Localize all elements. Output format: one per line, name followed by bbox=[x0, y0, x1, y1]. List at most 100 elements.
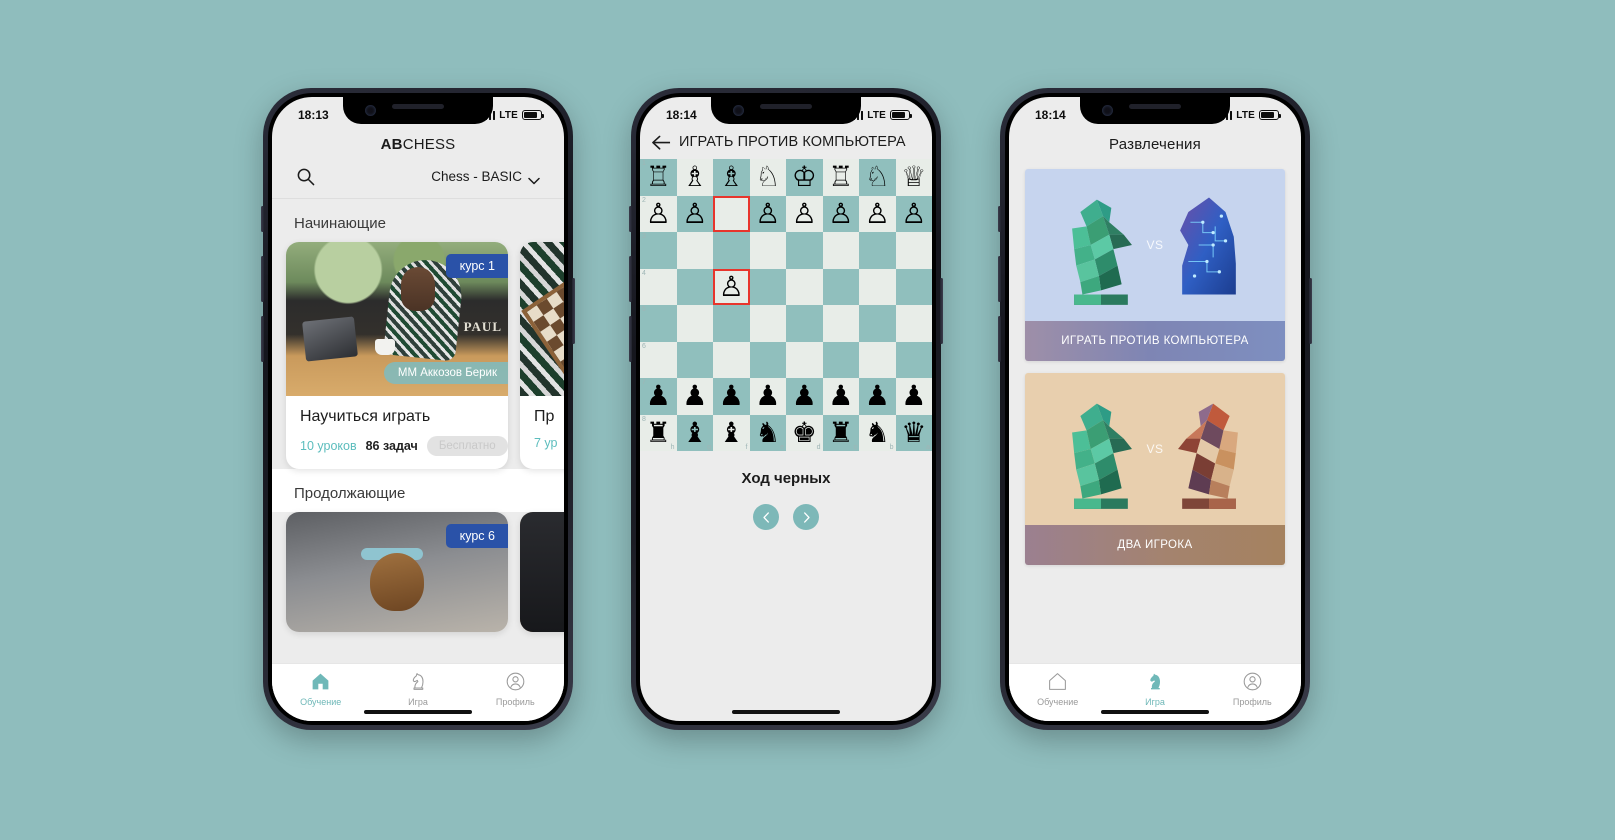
board-square[interactable]: 6 bbox=[640, 341, 677, 378]
board-square[interactable] bbox=[859, 305, 896, 342]
chess-piece: ♙ bbox=[791, 197, 817, 229]
board-square[interactable]: ♙ bbox=[713, 268, 750, 305]
next-move-button[interactable] bbox=[793, 504, 819, 530]
brown-knight-icon bbox=[1178, 403, 1238, 509]
board-square[interactable]: ♘ bbox=[859, 159, 896, 196]
board-square[interactable]: ♙ bbox=[749, 195, 786, 232]
chess-piece: ♙ bbox=[718, 270, 744, 302]
board-square[interactable]: ♟ bbox=[786, 378, 823, 415]
board-square[interactable]: ♖ bbox=[822, 159, 859, 196]
board-square[interactable] bbox=[713, 305, 750, 342]
chess-board[interactable]: ♖ 1 ♗ ♗ ♘ ♔ ♖ ♘ ♕ ♙ 2 ♙ ♙ ♙ ♙ ♙ ♙ 3 4 ♙ 5 6 ♟ 7 ♟ ♟ ♟ ♟ ♟ ♟ ♟ ♜ 8 h ♝ g ♝ f ♞ e… bbox=[640, 159, 932, 451]
board-square[interactable]: ♘ bbox=[749, 159, 786, 196]
board-square[interactable]: 3 bbox=[640, 232, 677, 269]
board-square[interactable] bbox=[713, 341, 750, 378]
board-square[interactable]: ♙ bbox=[822, 195, 859, 232]
sidebar-item-learning[interactable]: Обучение bbox=[1019, 671, 1097, 707]
board-square[interactable]: ♟ 7 bbox=[640, 378, 677, 415]
mode-card-two-players[interactable]: VS ДВА ИГРОКА bbox=[1025, 373, 1285, 565]
board-square[interactable] bbox=[822, 305, 859, 342]
board-square[interactable]: ♗ bbox=[713, 159, 750, 196]
board-square[interactable]: ♙ 2 bbox=[640, 195, 677, 232]
board-square[interactable]: ♜ 8 h bbox=[640, 414, 677, 451]
board-square[interactable]: 5 bbox=[640, 305, 677, 342]
board-square[interactable] bbox=[749, 341, 786, 378]
board-square[interactable] bbox=[822, 268, 859, 305]
board-square[interactable] bbox=[676, 232, 713, 269]
sidebar-item-profile[interactable]: Профиль bbox=[476, 671, 554, 707]
tab-label: Обучение bbox=[1037, 697, 1079, 707]
board-square[interactable] bbox=[822, 341, 860, 379]
board-square[interactable] bbox=[676, 341, 713, 378]
board-square[interactable] bbox=[713, 232, 750, 269]
sidebar-item-game[interactable]: Игра bbox=[379, 671, 457, 707]
board-square[interactable] bbox=[676, 268, 713, 305]
board-square[interactable]: ♙ bbox=[676, 195, 713, 232]
board-square[interactable]: ♟ bbox=[822, 378, 859, 415]
board-square[interactable]: ♜ c bbox=[822, 414, 859, 451]
board-square[interactable]: ♛ a bbox=[895, 414, 932, 451]
board-square[interactable]: ♟ bbox=[713, 378, 750, 415]
course-carousel-beginners[interactable]: PAUL курс 1 ММ Аккозов Берик Научиться и… bbox=[272, 242, 564, 469]
mode-artwork: VS bbox=[1025, 169, 1285, 321]
board-square[interactable] bbox=[895, 232, 932, 269]
phone-entertainment: 18:14 LTE Развлечения VS ИГРАТЬ ПРОТИВ К… bbox=[998, 88, 1312, 730]
board-square[interactable] bbox=[786, 232, 823, 269]
move-navigation bbox=[640, 487, 932, 530]
board-square[interactable]: ♔ bbox=[786, 159, 823, 196]
board-square[interactable] bbox=[749, 305, 786, 342]
board-square[interactable] bbox=[786, 305, 823, 342]
board-square[interactable] bbox=[713, 195, 750, 232]
board-square[interactable]: ♚ d bbox=[786, 414, 823, 451]
chess-piece bbox=[823, 342, 860, 379]
course-card[interactable]: PAUL курс 1 ММ Аккозов Берик Научиться и… bbox=[286, 242, 508, 469]
board-square[interactable] bbox=[786, 268, 823, 305]
sidebar-item-game[interactable]: Игра bbox=[1116, 671, 1194, 707]
prev-move-button[interactable] bbox=[753, 504, 779, 530]
board-square[interactable] bbox=[749, 268, 787, 306]
board-square[interactable]: ♝ g bbox=[676, 414, 713, 451]
chess-piece: ♘ bbox=[755, 161, 781, 193]
chess-piece bbox=[750, 269, 787, 306]
course-card[interactable]: Пр 7 ур bbox=[520, 242, 564, 469]
board-square[interactable]: ♖ 1 bbox=[640, 159, 677, 196]
board-square[interactable] bbox=[895, 268, 932, 305]
chess-piece: ♙ bbox=[682, 197, 708, 229]
board-square[interactable]: ♕ bbox=[895, 159, 932, 196]
sidebar-item-learning[interactable]: Обучение bbox=[282, 671, 360, 707]
back-arrow-icon[interactable] bbox=[652, 135, 671, 150]
board-square[interactable]: ♟ bbox=[895, 378, 932, 415]
board-square[interactable] bbox=[859, 268, 896, 305]
board-square[interactable]: ♗ bbox=[676, 159, 713, 196]
board-square[interactable]: 4 bbox=[640, 268, 677, 305]
board-square[interactable] bbox=[859, 341, 896, 378]
sidebar-item-profile[interactable]: Профиль bbox=[1213, 671, 1291, 707]
course-carousel-continuing[interactable]: курс 6 bbox=[272, 512, 564, 632]
board-square[interactable]: ♟ bbox=[676, 378, 713, 415]
search-icon[interactable] bbox=[296, 167, 315, 186]
board-square[interactable] bbox=[822, 232, 860, 269]
course-card[interactable] bbox=[520, 512, 564, 632]
board-square[interactable]: ♞ b bbox=[859, 414, 896, 451]
board-square[interactable]: ♟ bbox=[859, 378, 896, 415]
board-square[interactable]: ♝ f bbox=[713, 414, 750, 451]
course-thumbnail bbox=[520, 242, 564, 396]
board-square[interactable] bbox=[786, 341, 823, 378]
board-square[interactable] bbox=[895, 305, 932, 342]
chess-piece bbox=[823, 232, 860, 269]
course-filter-dropdown[interactable]: Chess - BASIC bbox=[431, 169, 540, 184]
board-square[interactable]: ♙ bbox=[859, 195, 896, 232]
board-square[interactable] bbox=[859, 232, 896, 269]
board-square[interactable] bbox=[749, 232, 786, 269]
board-square[interactable]: ♙ bbox=[895, 195, 932, 232]
course-card[interactable]: курс 6 bbox=[286, 512, 508, 632]
home-indicator bbox=[1101, 710, 1209, 714]
board-square[interactable] bbox=[895, 341, 932, 378]
two-players-button[interactable]: ДВА ИГРОКА bbox=[1025, 525, 1285, 565]
board-square[interactable]: ♞ e bbox=[749, 414, 786, 451]
board-square[interactable]: ♟ bbox=[749, 378, 786, 415]
board-square[interactable] bbox=[676, 305, 713, 342]
mode-card-vs-computer[interactable]: VS ИГРАТЬ ПРОТИВ КОМПЬЮТЕРА bbox=[1025, 169, 1285, 361]
board-square[interactable]: ♙ bbox=[786, 195, 823, 232]
play-vs-computer-button[interactable]: ИГРАТЬ ПРОТИВ КОМПЬЮТЕРА bbox=[1025, 321, 1285, 361]
